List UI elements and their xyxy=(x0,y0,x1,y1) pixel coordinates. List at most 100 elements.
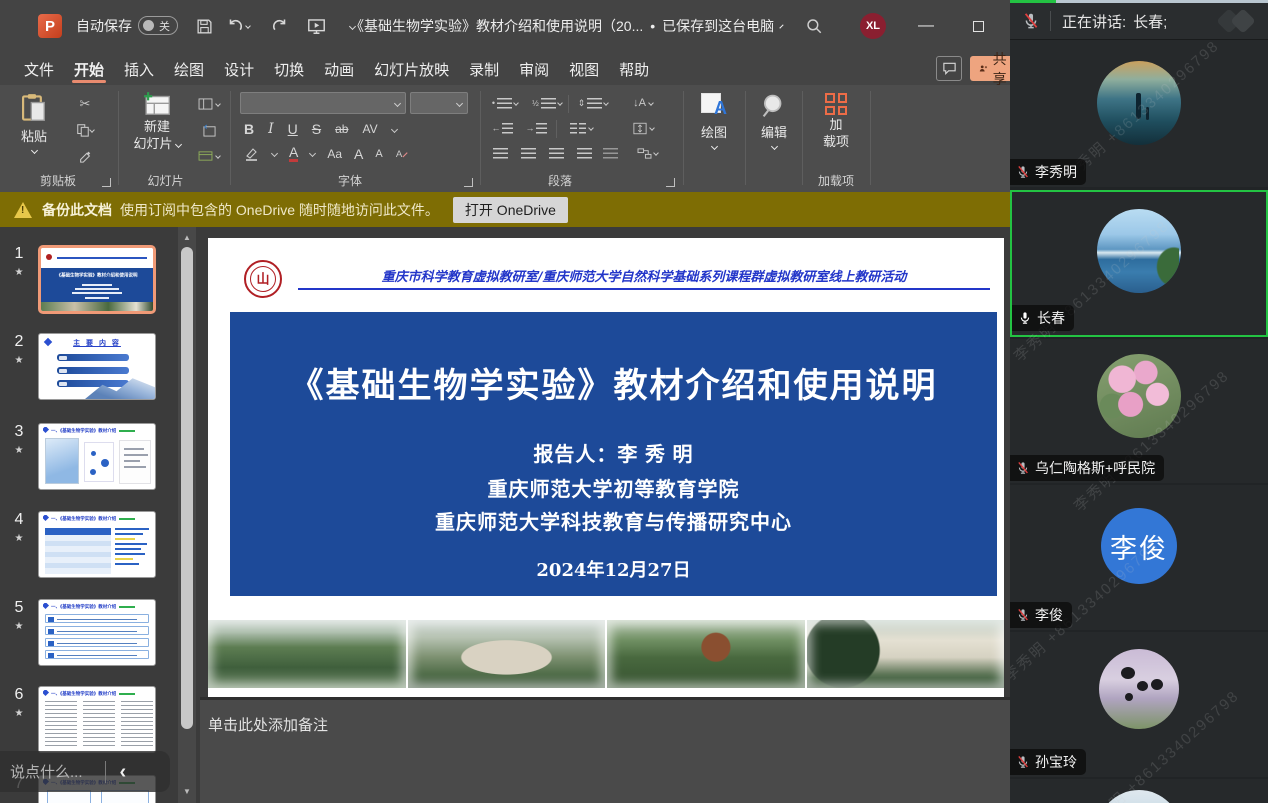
save-icon[interactable] xyxy=(190,12,218,40)
slide-title[interactable]: 《基础生物学实验》教材介绍和使用说明 xyxy=(230,358,997,407)
undo-button[interactable] xyxy=(224,12,252,40)
scrollbar-thumb[interactable] xyxy=(181,247,193,729)
tab-record[interactable]: 录制 xyxy=(459,52,509,85)
clear-formatting-icon[interactable]: A xyxy=(395,147,409,160)
slide-title-block[interactable]: 《基础生物学实验》教材介绍和使用说明 报告人：李 秀 明 重庆师范大学初等教育学… xyxy=(230,312,997,596)
slide-thumbnail-1[interactable]: 《基础生物学实验》教材介绍和使用说明 xyxy=(38,245,156,314)
line-spacing-button[interactable]: ⇕ xyxy=(576,93,610,113)
slide-org2[interactable]: 重庆师范大学科技教育与传播研究中心 xyxy=(230,506,997,535)
slide-thumbnail-6[interactable]: 一、《基础生物学实验》教材介绍 xyxy=(38,686,156,753)
reset-slide-button[interactable] xyxy=(192,119,226,141)
slide-thumbnail-4[interactable]: 一、《基础生物学实验》教材介绍 xyxy=(38,511,156,578)
chevron-down-icon[interactable] xyxy=(271,150,278,157)
thumbnail-scrollbar[interactable]: ▲ ▼ xyxy=(178,227,196,803)
chevron-down-icon[interactable] xyxy=(391,125,398,132)
redo-button[interactable] xyxy=(266,12,294,40)
cut-button[interactable]: ✂ xyxy=(72,93,98,115)
distribute-button[interactable] xyxy=(600,143,620,163)
increase-indent-button[interactable]: → xyxy=(524,118,548,138)
tab-animations[interactable]: 动画 xyxy=(314,52,364,85)
slide-date[interactable]: 2024年12月27日 xyxy=(230,556,997,582)
font-dialog-launcher[interactable] xyxy=(464,178,473,187)
format-painter-button[interactable] xyxy=(72,145,98,167)
tab-view[interactable]: 视图 xyxy=(559,52,609,85)
slide-thumbnail-3[interactable]: 一、《基础生物学实验》教材介绍 xyxy=(38,423,156,490)
underline-button[interactable]: U xyxy=(288,121,298,137)
tab-transitions[interactable]: 切换 xyxy=(264,52,314,85)
font-color-button[interactable]: A xyxy=(289,145,298,162)
slide-thumbnail-2[interactable]: 主 要 内 容 xyxy=(38,333,156,400)
bullets-button[interactable]: • xyxy=(490,93,520,113)
slideshow-icon[interactable] xyxy=(302,12,330,40)
powerpoint-app-icon[interactable]: P xyxy=(38,14,62,38)
maximize-button[interactable] xyxy=(964,12,992,40)
scroll-up-arrow[interactable]: ▲ xyxy=(178,229,196,245)
paste-button[interactable]: 粘贴 xyxy=(20,93,48,153)
participant-tile-4[interactable]: 李俊 李俊 xyxy=(1010,485,1268,630)
notes-pane[interactable]: 单击此处添加备注 xyxy=(200,700,1010,803)
participant-tile-5[interactable]: 孙宝玲 xyxy=(1010,632,1268,777)
smartart-convert-button[interactable] xyxy=(630,143,664,163)
document-title-area[interactable]: 《基础生物学实验》教材介绍和使用说明（20... • 已保存到这台电脑 xyxy=(350,0,770,52)
decrease-indent-button[interactable]: ← xyxy=(490,118,514,138)
character-spacing-button[interactable]: AV xyxy=(362,122,377,136)
participant-tile-2[interactable]: 长春 xyxy=(1010,190,1268,337)
highlight-pen-icon[interactable] xyxy=(244,147,260,161)
columns-button[interactable] xyxy=(564,118,598,138)
comments-button[interactable] xyxy=(936,56,962,81)
user-avatar[interactable]: XL xyxy=(860,13,886,39)
text-shadow-button[interactable]: ab xyxy=(335,122,348,136)
tab-file[interactable]: 文件 xyxy=(14,52,64,85)
chevron-down-icon[interactable] xyxy=(309,150,316,157)
copy-button[interactable] xyxy=(72,119,98,141)
search-icon[interactable] xyxy=(800,12,828,40)
slide-presenter[interactable]: 报告人：李 秀 明 xyxy=(230,438,997,467)
justify-button[interactable] xyxy=(574,143,594,163)
tab-design[interactable]: 设计 xyxy=(214,52,264,85)
font-name-combobox[interactable] xyxy=(240,92,406,114)
italic-button[interactable]: I xyxy=(268,121,274,137)
tab-slideshow[interactable]: 幻灯片放映 xyxy=(364,52,459,85)
drawing-button[interactable]: A 绘图 xyxy=(690,93,738,149)
layout-button[interactable] xyxy=(192,93,226,115)
slide-thumbnail-5[interactable]: 一、《基础生物学实验》教材介绍 xyxy=(38,599,156,666)
chat-input-placeholder[interactable]: 说点什么... xyxy=(10,761,83,782)
tab-help[interactable]: 帮助 xyxy=(609,52,659,85)
font-size-combobox[interactable] xyxy=(410,92,468,114)
grow-font-button[interactable]: A xyxy=(354,146,363,162)
strikethrough-button[interactable]: S xyxy=(312,121,321,137)
editing-button[interactable]: 编辑 xyxy=(750,93,798,149)
meeting-chat-overlay[interactable]: 说点什么... ‹ xyxy=(0,751,170,792)
shrink-font-button[interactable]: A xyxy=(375,148,382,160)
new-slide-button[interactable]: 新建 幻灯片 xyxy=(128,91,186,152)
bold-button[interactable]: B xyxy=(244,121,254,137)
slide-header-text[interactable]: 重庆市科学教育虚拟教研室/重庆师范大学自然科学基础系列课程群虚拟教研室线上教研活… xyxy=(298,266,990,285)
tab-review[interactable]: 审阅 xyxy=(509,52,559,85)
open-onedrive-button[interactable]: 打开 OneDrive xyxy=(453,197,568,223)
clipboard-dialog-launcher[interactable] xyxy=(102,178,111,187)
autosave-toggle[interactable]: 关 xyxy=(138,16,178,35)
share-button[interactable]: 共享 xyxy=(970,56,1010,81)
mic-muted-icon[interactable] xyxy=(1022,12,1040,30)
scroll-down-arrow[interactable]: ▼ xyxy=(178,783,196,799)
paragraph-dialog-launcher[interactable] xyxy=(666,178,675,187)
slide-canvas[interactable]: 重庆市科学教育虚拟教研室/重庆师范大学自然科学基础系列课程群虚拟教研室线上教研活… xyxy=(208,238,1004,697)
participant-tile-6[interactable] xyxy=(1010,779,1268,803)
slide-org1[interactable]: 重庆师范大学初等教育学院 xyxy=(230,473,997,502)
participant-tile-1[interactable]: 李秀明 xyxy=(1010,40,1268,187)
participant-tile-3[interactable]: 乌仁陶格斯+呼民院 xyxy=(1010,339,1268,483)
chat-collapse-icon[interactable]: ‹ xyxy=(120,762,127,782)
section-button[interactable] xyxy=(192,145,226,167)
minimize-button[interactable]: — xyxy=(912,12,940,40)
align-text-button[interactable] xyxy=(626,118,660,138)
align-right-button[interactable] xyxy=(546,143,566,163)
align-center-button[interactable] xyxy=(518,143,538,163)
tab-insert[interactable]: 插入 xyxy=(114,52,164,85)
addins-button[interactable]: 加 载项 xyxy=(812,93,860,150)
tab-draw[interactable]: 绘图 xyxy=(164,52,214,85)
tab-home[interactable]: 开始 xyxy=(64,52,114,85)
change-case-button[interactable]: Aa xyxy=(327,147,342,161)
align-left-button[interactable] xyxy=(490,143,510,163)
text-direction-button[interactable]: ↓A xyxy=(626,93,660,113)
numbering-button[interactable]: ½ xyxy=(532,93,562,113)
